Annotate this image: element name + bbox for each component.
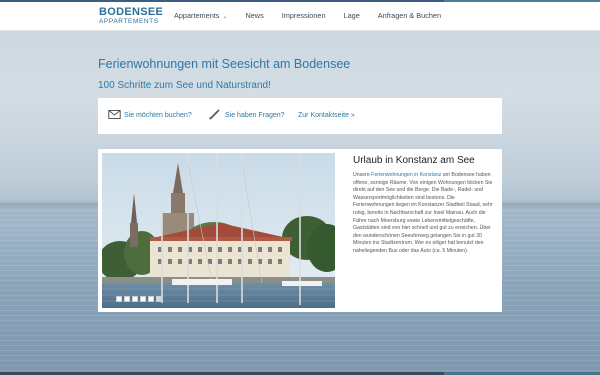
article-title: Urlaub in Konstanz am See bbox=[353, 155, 475, 166]
article-body: Unsere Ferienwohnungen in Konstanz am Bo… bbox=[353, 172, 494, 256]
questions-link[interactable]: Sie haben Fragen? bbox=[225, 112, 285, 119]
slider-dot[interactable] bbox=[124, 296, 130, 302]
slider-pagination bbox=[116, 296, 164, 302]
book-link[interactable]: Sie möchten buchen? bbox=[124, 112, 192, 119]
top-accent-stripe bbox=[0, 0, 600, 2]
nav-item-news[interactable]: News bbox=[245, 11, 263, 20]
nav-item-label: Appartements bbox=[174, 11, 220, 20]
slider-dot[interactable] bbox=[140, 296, 146, 302]
nav-item-impressionen[interactable]: Impressionen bbox=[282, 11, 326, 20]
main-nav: Appartements ⌄ News Impressionen Lage Anf… bbox=[174, 11, 459, 20]
top-navigation-bar: BODENSEE APPARTEMENTS Appartements ⌄ News… bbox=[0, 0, 600, 31]
nav-item-lage[interactable]: Lage bbox=[344, 11, 360, 20]
ferienwohnungen-link[interactable]: Ferienwohnungen in Konstanz bbox=[371, 172, 441, 178]
slider-dot-active[interactable] bbox=[156, 296, 162, 302]
site-logo[interactable]: BODENSEE APPARTEMENTS bbox=[99, 7, 163, 26]
chevron-down-icon: ⌄ bbox=[222, 14, 228, 20]
contact-page-link[interactable]: Zur Kontaktseite » bbox=[298, 112, 355, 119]
pencil-icon bbox=[209, 109, 220, 120]
slider-dot[interactable] bbox=[132, 296, 138, 302]
logo-main-text: BODENSEE bbox=[99, 6, 164, 18]
content-panel: Urlaub in Konstanz am See Unsere Ferienw… bbox=[98, 149, 502, 312]
logo-sub-text: APPARTEMENTS bbox=[99, 18, 159, 25]
nav-item-anfragen-buchen[interactable]: Anfragen & Buchen bbox=[378, 11, 441, 20]
envelope-icon bbox=[108, 110, 121, 119]
article: Urlaub in Konstanz am See Unsere Ferienw… bbox=[353, 155, 494, 256]
page-title: Ferienwohnungen mit Seesicht am Bodensee bbox=[98, 57, 351, 71]
konstanz-harbor-image bbox=[102, 153, 335, 308]
page-subtitle: 100 Schritte zum See und Naturstrand! bbox=[98, 80, 271, 91]
nav-item-appartements[interactable]: Appartements ⌄ bbox=[174, 11, 227, 20]
slider-dot[interactable] bbox=[116, 296, 122, 302]
article-text: am Bodensee haben offene, sonnige Räume.… bbox=[353, 172, 493, 254]
article-lead: Unsere bbox=[353, 172, 372, 178]
contact-bar: Sie möchten buchen? Sie haben Fragen? Zu… bbox=[98, 98, 502, 134]
konstanz-photo-slider[interactable] bbox=[102, 153, 335, 308]
slider-dot[interactable] bbox=[148, 296, 154, 302]
